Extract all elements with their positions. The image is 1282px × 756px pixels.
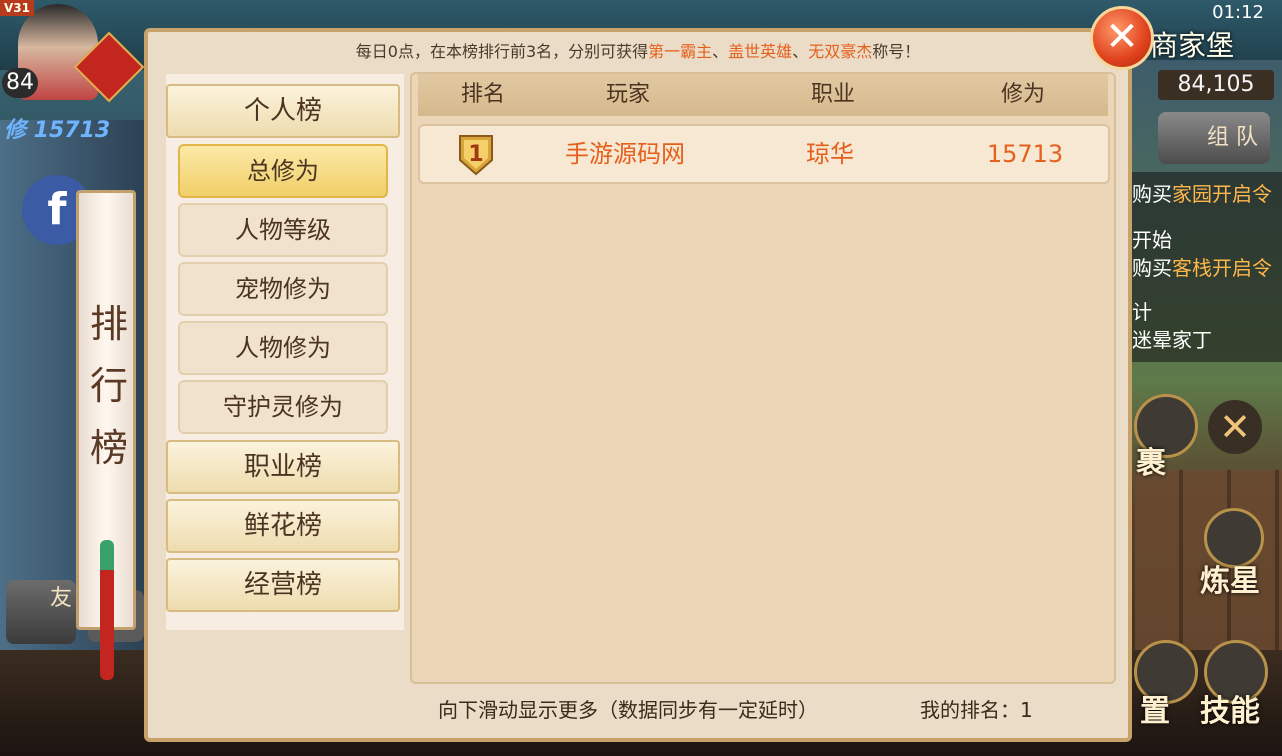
task-line[interactable]: 购买家园开启令 (1132, 178, 1272, 207)
task-prefix: 购买 (1132, 182, 1172, 206)
task-line[interactable]: 开始 (1132, 224, 1172, 253)
team-label: 组 队 (1207, 125, 1258, 150)
tab-personal[interactable]: 个人榜 (166, 84, 400, 138)
friends-label: 友 (49, 586, 72, 611)
task-line[interactable]: 迷晕家丁 (1132, 324, 1212, 353)
tab-career[interactable]: 职业榜 (166, 440, 400, 494)
notice-title-1: 第一霸主 (648, 42, 713, 61)
task-prefix: 购买 (1132, 256, 1172, 280)
ranking-header: 排名 玩家 职业 修为 (418, 74, 1108, 116)
player-cultivation: 修 15713 (4, 118, 111, 143)
tab-character-level[interactable]: 人物等级 (178, 203, 388, 257)
tab-flowers[interactable]: 鲜花榜 (166, 499, 400, 553)
table-row[interactable]: 1 手游源码网 琼华 15713 (418, 124, 1110, 184)
team-button[interactable]: 组 队 (1158, 112, 1270, 164)
friends-button[interactable]: 友 (6, 580, 76, 644)
location-name: 商家堡 (1150, 29, 1235, 62)
tab-character-cultivation[interactable]: 人物修为 (178, 321, 388, 375)
settings-label: 置 (1140, 694, 1170, 729)
tassel-icon (100, 540, 114, 680)
tab-guardian-cultivation[interactable]: 守护灵修为 (178, 380, 388, 434)
task-prefix: 开始 (1132, 228, 1172, 252)
ranking-list[interactable]: 排名 玩家 职业 修为 1 手游源码网 琼华 15713 (410, 72, 1116, 684)
refine-label: 炼星 (1200, 564, 1260, 599)
player-level: 84 (2, 68, 38, 98)
my-rank: 我的排名：1 (920, 698, 1033, 722)
bag-label: 裹 (1136, 446, 1166, 481)
notice-title-3: 无双豪杰 (808, 42, 873, 61)
skills-label: 技能 (1200, 694, 1260, 729)
cell-cultivation: 15713 (986, 140, 1064, 168)
leaderboard-dialog: 每日0点，在本榜排行前3名，分别可获得第一霸主、盖世英雄、无双豪杰称号！ 个人榜… (144, 28, 1132, 742)
task-prefix: 迷晕家丁 (1132, 328, 1212, 352)
reward-notice: 每日0点，在本榜排行前3名，分别可获得第一霸主、盖世英雄、无双豪杰称号！ (148, 38, 1128, 62)
category-tabs: 个人榜 总修为 人物等级 宠物修为 人物修为 守护灵修为 职业榜 鲜花榜 经营榜 (166, 74, 404, 630)
scroll-hint: 向下滑动显示更多（数据同步有一定延时） (438, 698, 818, 722)
tab-business[interactable]: 经营榜 (166, 558, 400, 612)
task-highlight: 客栈开启令 (1172, 256, 1272, 280)
cell-player: 手游源码网 (565, 140, 685, 168)
header-cultivation: 修为 (1000, 82, 1045, 107)
notice-sep: 、 (712, 42, 729, 61)
header-profession: 职业 (810, 82, 855, 107)
notice-sep: 、 (792, 42, 809, 61)
location-coords: 84,105 (1158, 70, 1274, 100)
close-dialog-button[interactable]: ✕ (1090, 6, 1154, 70)
rank-number: 1 (468, 142, 483, 167)
scroll-title: 排行榜 (89, 302, 128, 470)
task-panel[interactable]: 购买家园开启令 开始 购买客栈开启令 计 迷晕家丁 (1132, 172, 1282, 362)
tab-pet-cultivation[interactable]: 宠物修为 (178, 262, 388, 316)
notice-suffix: 称号！ (872, 42, 921, 61)
rank-medal-icon: 1 (459, 135, 493, 176)
task-line[interactable]: 计 (1132, 296, 1152, 325)
cell-profession: 琼华 (806, 140, 854, 168)
tab-total-cultivation[interactable]: 总修为 (178, 144, 388, 198)
close-icon[interactable]: ✕ (1208, 400, 1262, 454)
task-line[interactable]: 购买客栈开启令 (1132, 252, 1272, 281)
header-player: 玩家 (605, 82, 650, 107)
status-time: 01:12 (1212, 2, 1264, 23)
task-highlight: 家园开启令 (1172, 182, 1272, 206)
task-prefix: 计 (1132, 300, 1152, 324)
header-rank: 排名 (460, 82, 505, 107)
version-label: V31 (0, 0, 34, 16)
notice-prefix: 每日0点，在本榜排行前3名，分别可获得 (355, 42, 649, 61)
notice-title-2: 盖世英雄 (728, 42, 793, 61)
